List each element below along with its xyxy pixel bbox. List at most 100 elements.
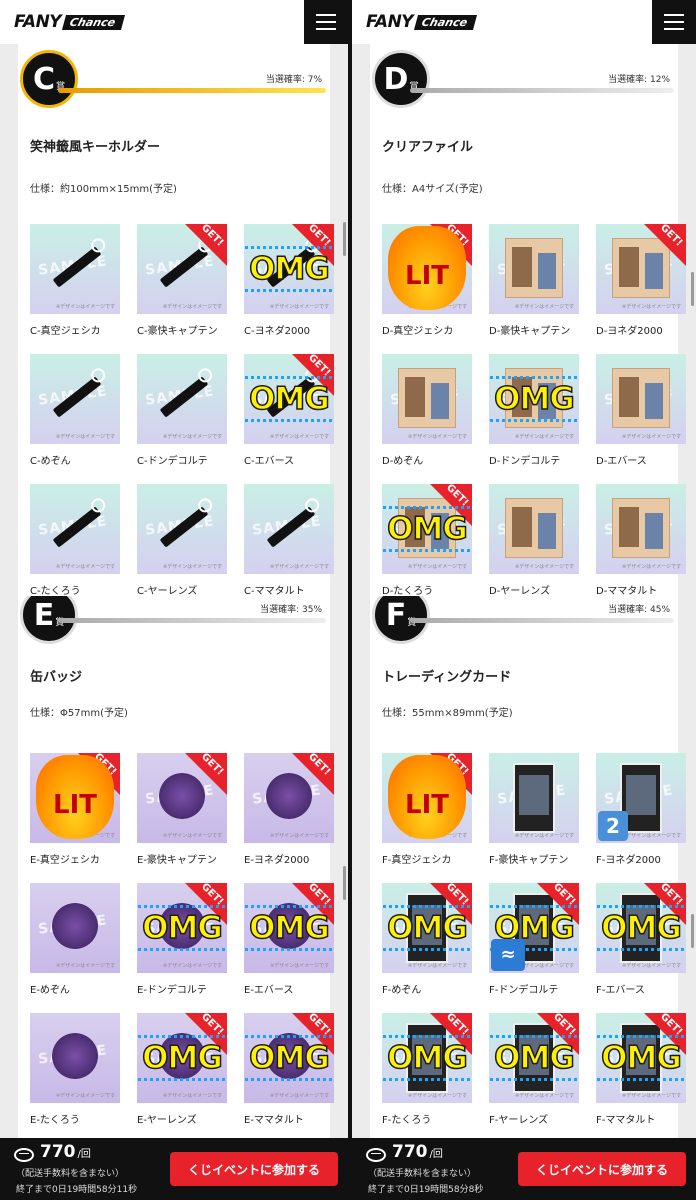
item-thumbnail[interactable]: SAMPLE※デザインはイメージですGET!OMG bbox=[489, 1013, 579, 1103]
prize-item[interactable]: SAMPLE※デザインはイメージですGET!OMG D-たくろう bbox=[382, 484, 472, 596]
prize-item[interactable]: SAMPLE※デザインはイメージですGET!OMG E-ヤーレンズ bbox=[137, 1013, 227, 1131]
prize-item[interactable]: SAMPLE※デザインはイメージです C-真空ジェシカ bbox=[30, 224, 120, 342]
item-thumbnail[interactable]: SAMPLE※デザインはイメージですGET!OMG bbox=[596, 1013, 686, 1103]
join-lottery-button[interactable]: くじイベントに参加する bbox=[170, 1152, 338, 1186]
scrollbar-thumb[interactable] bbox=[343, 222, 346, 256]
prize-item[interactable]: SAMPLE※デザインはイメージです D-豪快キャプテン bbox=[489, 224, 579, 342]
prize-item[interactable]: SAMPLE※デザインはイメージですGET! C-豪快キャプテン bbox=[137, 224, 227, 342]
prize-item[interactable]: SAMPLE※デザインはイメージですGET!OMG E-ドンデコルテ bbox=[137, 883, 227, 1001]
item-thumbnail[interactable]: SAMPLE※デザインはイメージです bbox=[596, 354, 686, 444]
top-bar: FANY Chance bbox=[352, 0, 696, 44]
prize-item[interactable]: SAMPLE※デザインはイメージですGET!OMG F-ママタルト bbox=[596, 1013, 686, 1131]
scrollbar-thumb[interactable] bbox=[691, 272, 694, 306]
fany-chance-logo[interactable]: FANY Chance bbox=[14, 12, 126, 32]
prize-item[interactable]: SAMPLE※デザインはイメージですGET!LIT D-真空ジェシカ bbox=[382, 224, 472, 342]
item-thumbnail[interactable]: SAMPLE※デザインはイメージです bbox=[137, 484, 227, 574]
prize-item[interactable]: SAMPLE※デザインはイメージです E-めぞん bbox=[30, 883, 120, 1001]
prize-name: 笑神籤風キーホルダー bbox=[30, 140, 161, 155]
omg-sticker-icon: OMG bbox=[137, 905, 227, 951]
item-thumbnail[interactable]: SAMPLE※デザインはイメージですGET!OMG bbox=[382, 1013, 472, 1103]
prize-item[interactable]: SAMPLE※デザインはイメージですGET! E-豪快キャプテン bbox=[137, 753, 227, 871]
prize-rank-letter: D bbox=[383, 61, 409, 97]
prize-item[interactable]: SAMPLE※デザインはイメージです C-ドンデコルテ bbox=[137, 354, 227, 472]
hamburger-menu-icon[interactable] bbox=[652, 0, 696, 44]
join-lottery-button[interactable]: くじイベントに参加する bbox=[518, 1152, 686, 1186]
item-thumbnail[interactable]: SAMPLE※デザインはイメージですGET!OMG≈ bbox=[489, 883, 579, 973]
prize-item[interactable]: SAMPLE※デザインはイメージですGET!OMG F-たくろう bbox=[382, 1013, 472, 1131]
hamburger-menu-icon[interactable] bbox=[304, 0, 348, 44]
lit-fire-sticker-icon: LIT bbox=[388, 755, 466, 839]
item-thumbnail[interactable]: SAMPLE※デザインはイメージですOMG bbox=[489, 354, 579, 444]
scrollbar-thumb[interactable] bbox=[343, 866, 346, 900]
prize-item[interactable]: SAMPLE※デザインはイメージです F-豪快キャプテン bbox=[489, 753, 579, 871]
item-thumbnail[interactable]: SAMPLE※デザインはイメージです2 bbox=[596, 753, 686, 843]
clear-file-image bbox=[612, 498, 670, 558]
prize-item[interactable]: SAMPLE※デザインはイメージですGET!OMG C-エバース bbox=[244, 354, 334, 472]
item-thumbnail[interactable]: SAMPLE※デザインはイメージですGET! bbox=[137, 753, 227, 843]
prize-item[interactable]: SAMPLE※デザインはイメージですGET!OMG≈ F-ドンデコルテ bbox=[489, 883, 579, 1001]
design-note: ※デザインはイメージです bbox=[270, 564, 330, 570]
prize-item[interactable]: SAMPLE※デザインはイメージです C-ママタルト bbox=[244, 484, 334, 596]
win-rate-label: 当選確率: 12% bbox=[608, 75, 670, 85]
prize-item[interactable]: SAMPLE※デザインはイメージですGET! D-ヨネダ2000 bbox=[596, 224, 686, 342]
item-thumbnail[interactable]: SAMPLE※デザインはイメージですGET! bbox=[244, 753, 334, 843]
item-thumbnail[interactable]: SAMPLE※デザインはイメージです bbox=[30, 224, 120, 314]
item-thumbnail[interactable]: SAMPLE※デザインはイメージです bbox=[382, 354, 472, 444]
item-label: C-ヤーレンズ bbox=[137, 586, 198, 596]
item-thumbnail[interactable]: SAMPLE※デザインはイメージですGET! bbox=[137, 224, 227, 314]
item-thumbnail[interactable]: SAMPLE※デザインはイメージですGET!OMG bbox=[244, 354, 334, 444]
prize-item[interactable]: SAMPLE※デザインはイメージですGET! E-ヨネダ2000 bbox=[244, 753, 334, 871]
split-divider bbox=[348, 0, 352, 1200]
prize-item[interactable]: SAMPLE※デザインはイメージです D-エバース bbox=[596, 354, 686, 472]
prize-item[interactable]: SAMPLE※デザインはイメージです C-めぞん bbox=[30, 354, 120, 472]
item-thumbnail[interactable]: SAMPLE※デザインはイメージですGET! bbox=[596, 224, 686, 314]
design-note: ※デザインはイメージです bbox=[408, 1093, 468, 1099]
prize-item[interactable]: SAMPLE※デザインはイメージですGET!OMG F-エバース bbox=[596, 883, 686, 1001]
item-thumbnail[interactable]: SAMPLE※デザインはイメージです bbox=[489, 753, 579, 843]
item-thumbnail[interactable]: SAMPLE※デザインはイメージですGET!LIT bbox=[382, 224, 472, 314]
prize-item[interactable]: SAMPLE※デザインはイメージですGET!OMG E-エバース bbox=[244, 883, 334, 1001]
item-thumbnail[interactable]: SAMPLE※デザインはイメージです bbox=[596, 484, 686, 574]
item-thumbnail[interactable]: SAMPLE※デザインはイメージですGET!OMG bbox=[244, 224, 334, 314]
prize-item[interactable]: SAMPLE※デザインはイメージですGET!LIT F-真空ジェシカ bbox=[382, 753, 472, 871]
item-thumbnail[interactable]: SAMPLE※デザインはイメージですGET!OMG bbox=[382, 484, 472, 574]
prize-item[interactable]: SAMPLE※デザインはイメージですOMGD-ドンデコルテ bbox=[489, 354, 579, 472]
design-note: ※デザインはイメージです bbox=[622, 434, 682, 440]
item-thumbnail[interactable]: SAMPLE※デザインはイメージです bbox=[137, 354, 227, 444]
item-thumbnail[interactable]: SAMPLE※デザインはイメージですGET!OMG bbox=[137, 883, 227, 973]
design-note: ※デザインはイメージです bbox=[515, 304, 575, 310]
prize-item[interactable]: SAMPLE※デザインはイメージです D-めぞん bbox=[382, 354, 472, 472]
prize-item[interactable]: SAMPLE※デザインはイメージです2 F-ヨネダ2000 bbox=[596, 753, 686, 871]
item-thumbnail[interactable]: SAMPLE※デザインはイメージですGET!OMG bbox=[244, 1013, 334, 1103]
prize-item[interactable]: SAMPLE※デザインはイメージです D-ヤーレンズ bbox=[489, 484, 579, 596]
prize-item[interactable]: SAMPLE※デザインはイメージですGET!OMG C-ヨネダ2000 bbox=[244, 224, 334, 342]
item-thumbnail[interactable]: SAMPLE※デザインはイメージです bbox=[244, 484, 334, 574]
item-thumbnail[interactable]: SAMPLE※デザインはイメージですGET!LIT bbox=[30, 753, 120, 843]
prize-item[interactable]: SAMPLE※デザインはイメージですGET!OMG F-ヤーレンズ bbox=[489, 1013, 579, 1131]
item-thumbnail[interactable]: SAMPLE※デザインはイメージですGET!OMG bbox=[244, 883, 334, 973]
panel-c-prize: FANY Chance C 賞 当選確率: 7% 笑神籤風キーホルダー 仕様：約100mm×… bbox=[0, 0, 348, 596]
omg-sticker-icon: OMG bbox=[244, 376, 334, 422]
item-thumbnail[interactable]: SAMPLE※デザインはイメージですGET!LIT bbox=[382, 753, 472, 843]
prize-item[interactable]: SAMPLE※デザインはイメージです C-ヤーレンズ bbox=[137, 484, 227, 596]
item-label: E-エバース bbox=[244, 985, 294, 996]
prize-item[interactable]: SAMPLE※デザインはイメージですGET!OMG E-ママタルト bbox=[244, 1013, 334, 1131]
item-thumbnail[interactable]: SAMPLE※デザインはイメージですGET!OMG bbox=[382, 883, 472, 973]
item-thumbnail[interactable]: SAMPLE※デザインはイメージです bbox=[30, 484, 120, 574]
scrollbar-thumb[interactable] bbox=[691, 914, 694, 948]
item-thumbnail[interactable]: SAMPLE※デザインはイメージですGET!OMG bbox=[137, 1013, 227, 1103]
item-thumbnail[interactable]: SAMPLE※デザインはイメージです bbox=[489, 484, 579, 574]
prize-item[interactable]: SAMPLE※デザインはイメージです D-ママタルト bbox=[596, 484, 686, 596]
prize-item[interactable]: SAMPLE※デザインはイメージです C-たくろう bbox=[30, 484, 120, 596]
item-thumbnail[interactable]: SAMPLE※デザインはイメージですGET!OMG bbox=[596, 883, 686, 973]
fany-chance-logo[interactable]: FANY Chance bbox=[366, 12, 478, 32]
prize-item[interactable]: SAMPLE※デザインはイメージですGET!OMG F-めぞん bbox=[382, 883, 472, 1001]
item-thumbnail[interactable]: SAMPLE※デザインはイメージです bbox=[30, 1013, 120, 1103]
item-thumbnail[interactable]: SAMPLE※デザインはイメージです bbox=[30, 883, 120, 973]
prize-item[interactable]: SAMPLE※デザインはイメージですGET!LIT E-真空ジェシカ bbox=[30, 753, 120, 871]
design-note: ※デザインはイメージです bbox=[270, 434, 330, 440]
item-thumbnail[interactable]: SAMPLE※デザインはイメージです bbox=[489, 224, 579, 314]
item-thumbnail[interactable]: SAMPLE※デザインはイメージです bbox=[30, 354, 120, 444]
prize-item[interactable]: SAMPLE※デザインはイメージです E-たくろう bbox=[30, 1013, 120, 1131]
design-note: ※デザインはイメージです bbox=[408, 564, 468, 570]
